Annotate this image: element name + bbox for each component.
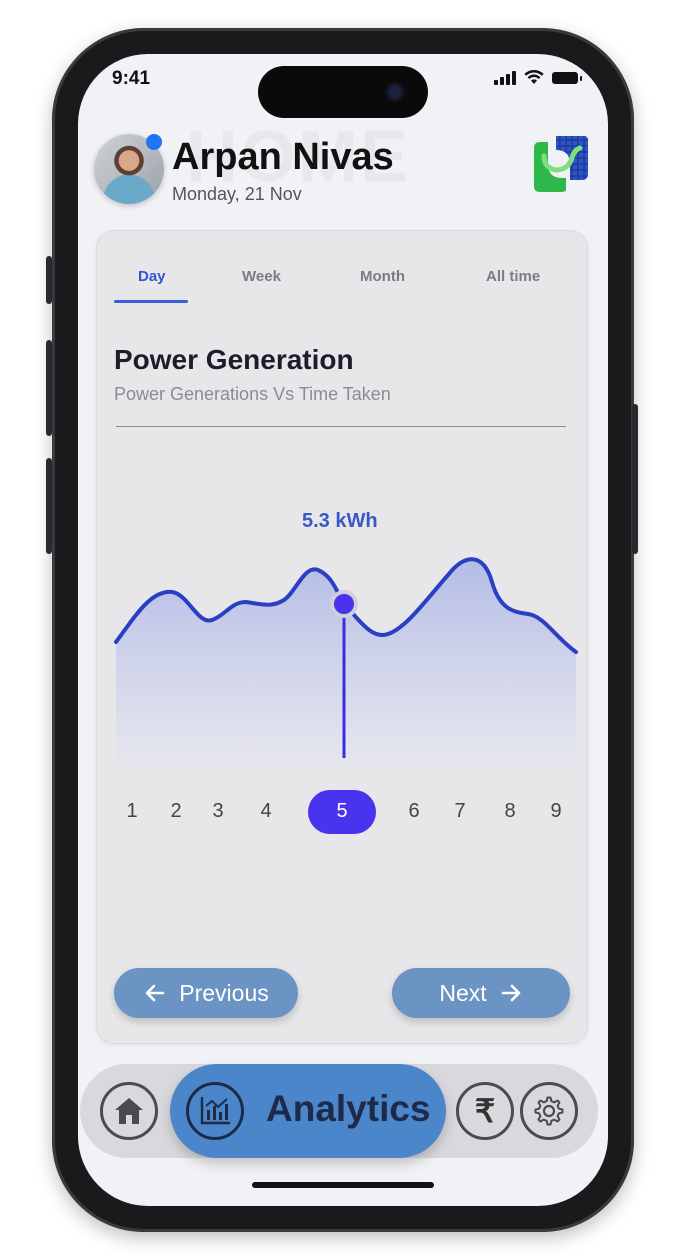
period-tabs: Day Week Month All time [114, 252, 574, 303]
app-screen: 9:41 HOME Arpan Nivas Monday, 21 Nov Day… [78, 54, 608, 1206]
current-date: Monday, 21 Nov [172, 184, 302, 204]
nav-settings-button[interactable] [520, 1082, 578, 1140]
active-tab-indicator [114, 300, 188, 303]
user-name: Arpan Nivas [172, 136, 394, 178]
previous-button-label: Previous [179, 979, 269, 1006]
tab-day[interactable]: Day [138, 268, 166, 285]
x-tick-label[interactable]: 1 [126, 800, 137, 823]
home-indicator [252, 1182, 434, 1188]
nav-analytics-label: Analytics [266, 1088, 431, 1129]
camera-icon [384, 81, 406, 103]
x-tick-label[interactable]: 5 [336, 800, 347, 823]
nav-payments-button[interactable]: ₹ [456, 1082, 514, 1140]
x-tick-label[interactable]: 7 [454, 800, 465, 823]
next-button-label: Next [439, 979, 487, 1006]
section-title: Power Generation [114, 344, 354, 375]
x-tick-label[interactable]: 2 [170, 800, 181, 823]
nav-analytics-button[interactable]: Analytics [170, 1064, 446, 1158]
tab-all-time[interactable]: All time [486, 268, 540, 285]
volume-down-button [46, 458, 52, 554]
chart-selected-point[interactable] [330, 590, 358, 618]
rupee-icon: ₹ [474, 1093, 496, 1129]
wifi-icon [524, 70, 544, 84]
analytics-card: Day Week Month All time Power Generation… [96, 230, 588, 1044]
nav-home-button[interactable] [100, 1082, 158, 1140]
analytics-icon [186, 1082, 244, 1140]
x-tick-label[interactable]: 9 [550, 800, 561, 823]
x-tick-label[interactable]: 3 [212, 800, 223, 823]
tab-week[interactable]: Week [242, 268, 281, 285]
tab-month[interactable]: Month [360, 268, 405, 285]
power-button [632, 404, 638, 554]
x-tick-label[interactable]: 8 [504, 800, 515, 823]
status-icons [494, 70, 582, 85]
section-subtitle: Power Generations Vs Time Taken [114, 384, 391, 404]
x-tick-label[interactable]: 6 [408, 800, 419, 823]
app-logo-icon [534, 136, 588, 192]
arrow-right-icon [501, 984, 520, 1002]
previous-button[interactable]: Previous [114, 968, 298, 1018]
volume-up-button [46, 340, 52, 436]
home-icon [115, 1098, 143, 1124]
arrow-left-icon [145, 984, 165, 1002]
status-time: 9:41 [112, 68, 151, 89]
x-tick-label[interactable]: 4 [260, 800, 271, 823]
battery-icon [552, 71, 582, 84]
signal-icon [494, 70, 516, 85]
divider [116, 426, 566, 427]
online-status-dot [146, 134, 162, 150]
dynamic-island [258, 66, 428, 118]
mute-switch [46, 256, 52, 304]
x-axis-ticks: 1 2 3 4 5 6 7 8 9 [96, 790, 588, 834]
bottom-nav: Analytics ₹ [80, 1064, 598, 1158]
power-chart[interactable] [96, 510, 588, 780]
next-button[interactable]: Next [392, 968, 570, 1018]
gear-icon [534, 1096, 564, 1126]
